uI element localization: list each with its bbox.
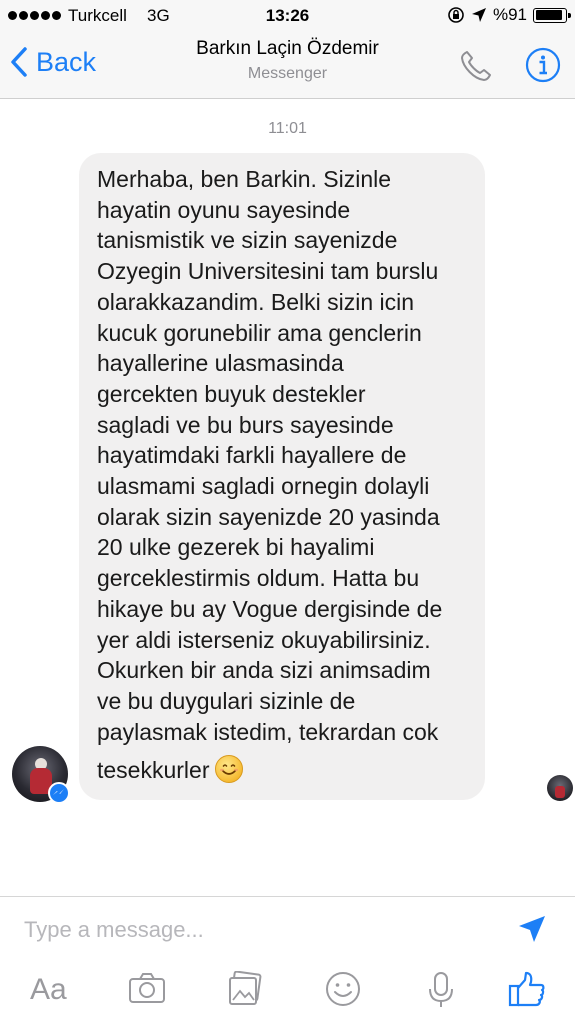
info-icon[interactable] [524,46,562,84]
message-line: hayatin oyunu sayesinde [97,196,351,223]
messenger-badge-icon [48,782,70,804]
navigation-bar: Back Barkın Laçin Özdemir Messenger [0,32,575,99]
message-line: gerceklestirmis oldum. Hatta bu [97,565,420,592]
message-line: olarak sizin sayenizde 20 yasinda [97,503,440,530]
message-bubble[interactable]: Merhaba, ben Barkin. Sizinle hayatin oyu… [79,153,485,800]
message-line: paylasmak istedim, tekrardan cok [97,718,439,745]
status-right: %91 [447,5,571,25]
like-thumbs-up-icon[interactable] [508,971,546,1007]
message-line: olarakkazandim. Belki sizin icin [97,288,415,315]
location-arrow-icon [471,8,486,22]
message-line: hayallerine ulasmasinda [97,350,344,377]
message-line: ve bu duygulari sizinle de [97,687,356,714]
battery-percentage: %91 [492,5,527,24]
text-format-button[interactable]: Aa [30,973,67,1007]
message-input[interactable] [24,915,494,945]
message-line: gercekten buyuk destekler [97,380,366,407]
composer-toolbar: Aa [0,971,575,1011]
message-line: Okurken bir anda sizi animsadim [97,657,431,684]
camera-icon[interactable] [128,971,166,1005]
seen-indicator-avatar [547,775,573,801]
microphone-icon[interactable] [427,971,455,1009]
battery-icon [533,7,571,23]
message-timestamp: 11:01 [268,120,307,137]
message-line: hikaye bu ay Vogue dergisinde de [97,595,443,622]
rotation-lock-icon [448,7,464,23]
message-line: hayatimdaki farkli hayallere de [97,442,407,469]
photo-gallery-icon[interactable] [227,971,263,1007]
message-last-line: tesekkurler [97,755,468,786]
message-line: kucuk gorunebilir ama genclerin [97,319,422,346]
status-bar: Turkcell 3G 13:26 %91 [0,0,575,32]
message-line: tesekkurler [97,757,210,784]
message-line: ulasmami sagladi ornegin dolayli [97,473,430,500]
composer: Aa [0,896,575,1024]
send-icon[interactable] [516,913,548,945]
message-line: Merhaba, ben Barkin. Sizinle [97,166,392,192]
message-line: yer aldi isterseniz okuyabilirsiniz. [97,626,431,653]
phone-call-icon[interactable] [458,48,494,84]
emoji-icon[interactable] [325,971,361,1007]
message-line: sagladi ve bu burs sayesinde [97,411,394,438]
message-line: tanismistik ve sizin sayenizde [97,227,398,254]
message-line: 20 ulke gezerek bi hayalimi [97,534,375,561]
message-line: Ozyegin Universitesini tam burslu [97,258,439,285]
sender-avatar[interactable] [12,746,70,804]
smiling-face-icon [215,755,244,784]
